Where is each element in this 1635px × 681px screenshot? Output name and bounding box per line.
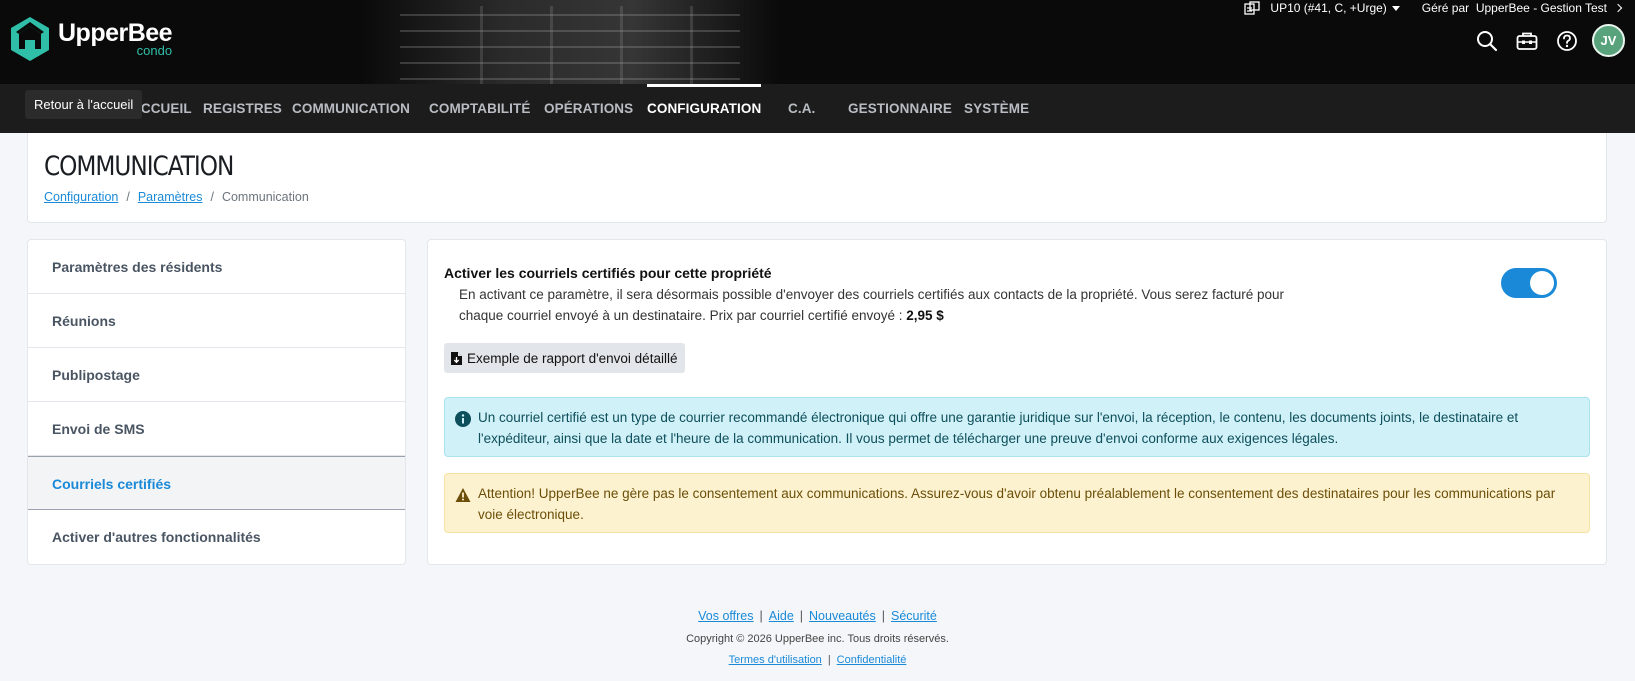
page-header-card: COMMUNICATION Configuration / Paramètres…	[27, 133, 1607, 223]
footer-link-securite[interactable]: Sécurité	[891, 609, 937, 623]
top-header: UpperBee condo UP10 (#41, C, +Urge) Géré…	[0, 0, 1635, 84]
breadcrumb: Configuration / Paramètres / Communicati…	[44, 190, 309, 204]
nav-ca[interactable]: C.A.	[788, 84, 815, 133]
warning-alert: Attention! UpperBee ne gère pas le conse…	[444, 473, 1590, 533]
sidebar-item-courriels-certifies[interactable]: Courriels certifiés	[28, 456, 405, 510]
breadcrumb-parametres[interactable]: Paramètres	[138, 190, 203, 204]
main-nav: ACCUEIL REGISTRES COMMUNICATION COMPTABI…	[0, 84, 1635, 133]
toolbox-icon	[1516, 32, 1538, 50]
certified-email-toggle[interactable]	[1501, 268, 1557, 298]
nav-communication[interactable]: COMMUNICATION	[292, 84, 410, 133]
search-icon	[1477, 30, 1498, 51]
settings-sidebar: Paramètres des résidents Réunions Publip…	[27, 239, 406, 565]
breadcrumb-configuration[interactable]: Configuration	[44, 190, 118, 204]
chevron-right-icon	[1613, 3, 1623, 13]
user-avatar[interactable]: JV	[1592, 24, 1625, 57]
nav-comptabilite[interactable]: COMPTABILITÉ	[429, 84, 530, 133]
upperbee-logo-icon	[11, 17, 49, 61]
search-button[interactable]	[1474, 28, 1500, 54]
footer-link-confidentialite[interactable]: Confidentialité	[837, 654, 907, 666]
setting-description: En activant ce paramètre, il sera désorm…	[459, 284, 1319, 326]
property-selector-label: UP10 (#41, C, +Urge)	[1270, 1, 1387, 15]
home-tooltip: Retour à l'accueil	[25, 90, 143, 119]
footer-links: Vos offres | Aide | Nouveautés | Sécurité	[698, 609, 937, 623]
nav-systeme[interactable]: SYSTÈME	[964, 84, 1029, 133]
nav-gestionnaire[interactable]: GESTIONNAIRE	[848, 84, 952, 133]
footer-link-nouveautes[interactable]: Nouveautés	[809, 609, 876, 623]
help-button[interactable]	[1554, 28, 1580, 54]
managed-by-link[interactable]: Géré par UpperBee - Gestion Test	[1421, 1, 1623, 15]
footer-link-aide[interactable]: Aide	[769, 609, 794, 623]
nav-registres[interactable]: REGISTRES	[203, 84, 282, 133]
sidebar-item-autres-fonctionnalites[interactable]: Activer d'autres fonctionnalités	[28, 510, 405, 564]
footer-link-termes[interactable]: Termes d'utilisation	[729, 654, 822, 666]
setting-title: Activer les courriels certifiés pour cet…	[444, 265, 772, 281]
info-alert-text: Un courriel certifié est un type de cour…	[478, 410, 1519, 446]
toolbox-button[interactable]	[1514, 28, 1540, 54]
price-value: 2,95 $	[906, 308, 944, 323]
sidebar-item-reunions[interactable]: Réunions	[28, 294, 405, 348]
copyright: Copyright © 2026 UpperBee inc. Tous droi…	[686, 633, 949, 645]
chevron-down-icon	[1391, 5, 1400, 11]
warning-alert-text: Attention! UpperBee ne gère pas le conse…	[478, 486, 1556, 522]
certified-email-panel: Activer les courriels certifiés pour cet…	[427, 239, 1607, 565]
warning-icon	[455, 488, 471, 502]
page-title: COMMUNICATION	[44, 151, 234, 182]
logo-home-link[interactable]: UpperBee condo	[10, 16, 173, 62]
header-banner-image	[360, 0, 780, 84]
property-selector[interactable]: UP10 (#41, C, +Urge)	[1244, 1, 1400, 15]
example-report-label: Exemple de rapport d'envoi détaillé	[467, 350, 678, 366]
sidebar-item-publipostage[interactable]: Publipostage	[28, 348, 405, 402]
sidebar-item-parametres-residents[interactable]: Paramètres des résidents	[28, 240, 405, 294]
info-alert: Un courriel certifié est un type de cour…	[444, 397, 1590, 457]
nav-configuration[interactable]: CONFIGURATION	[647, 84, 762, 133]
help-icon	[1557, 30, 1577, 51]
building-switch-icon	[1244, 1, 1261, 15]
breadcrumb-current: Communication	[221, 190, 309, 204]
file-download-icon	[451, 351, 462, 365]
sidebar-item-envoi-sms[interactable]: Envoi de SMS	[28, 402, 405, 456]
setting-description-text: En activant ce paramètre, il sera désorm…	[459, 287, 1284, 323]
info-icon	[455, 411, 471, 427]
toggle-knob	[1530, 271, 1554, 295]
nav-operations[interactable]: OPÉRATIONS	[544, 84, 633, 133]
example-report-button[interactable]: Exemple de rapport d'envoi détaillé	[444, 343, 686, 373]
managed-by-label: Géré par UpperBee - Gestion Test	[1421, 1, 1607, 15]
legal-links: Termes d'utilisation | Confidentialité	[728, 654, 907, 666]
footer-link-offres[interactable]: Vos offres	[698, 609, 753, 623]
